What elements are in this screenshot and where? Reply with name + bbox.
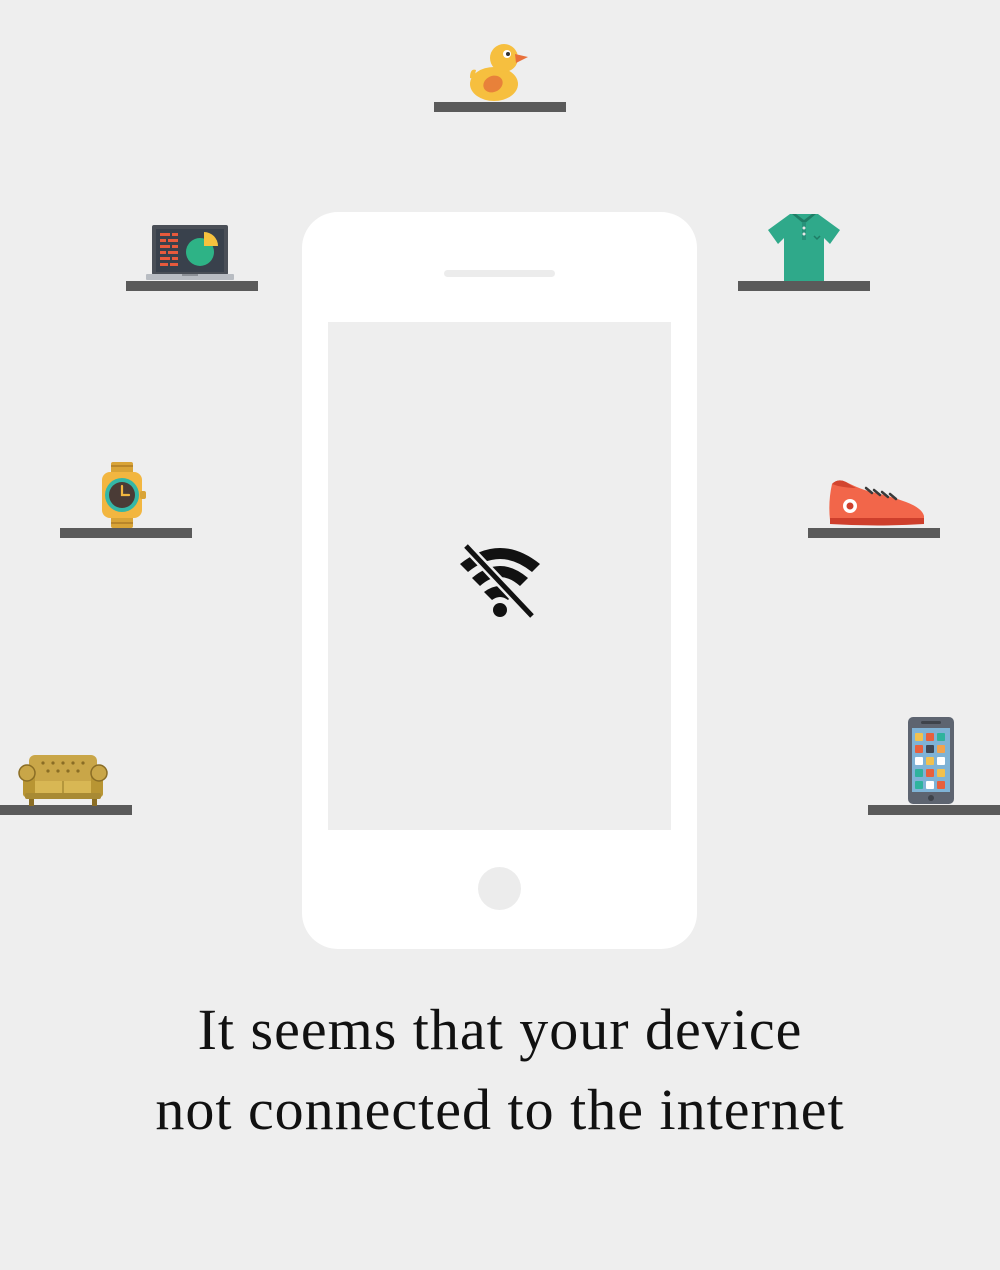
polo-shirt-icon xyxy=(766,212,842,282)
sneaker-icon xyxy=(828,476,926,528)
phone-home-button xyxy=(478,867,521,910)
offline-message-line-2: not connected to the internet xyxy=(155,1077,845,1142)
offline-message-line-1: It seems that your device xyxy=(197,997,803,1062)
smartphone-icon xyxy=(907,716,955,805)
wifi-off-icon xyxy=(456,542,544,625)
offline-message: It seems that your device not connected … xyxy=(0,990,1000,1150)
shelf-laptop xyxy=(126,281,258,291)
laptop-icon xyxy=(146,224,234,282)
phone-speaker xyxy=(444,270,555,277)
shelf-sneaker xyxy=(808,528,940,538)
rubber-duck-icon xyxy=(466,38,532,104)
phone-screen xyxy=(328,322,671,830)
shelf-shirt xyxy=(738,281,870,291)
phone-illustration xyxy=(302,212,697,949)
shelf-smartphone xyxy=(868,805,1000,815)
sofa-icon xyxy=(17,753,109,807)
shelf-watch xyxy=(60,528,192,538)
wristwatch-icon xyxy=(100,462,148,528)
